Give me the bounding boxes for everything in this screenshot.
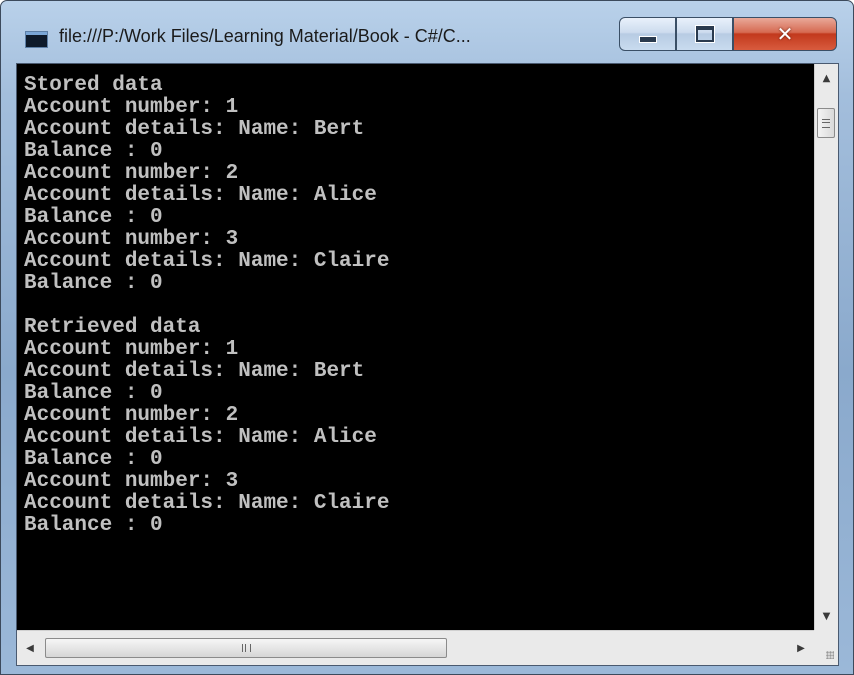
vertical-scroll-thumb[interactable] [817,108,835,138]
console-line: Stored data [24,74,163,97]
console-line: Account number: 2 [24,404,239,427]
close-icon: ✕ [776,22,794,46]
down-arrow-icon[interactable]: ▼ [815,606,838,626]
close-button[interactable]: ✕ [733,17,837,51]
up-arrow-icon[interactable]: ▲ [815,68,838,88]
console-client-area: Stored data Account number: 1 Account deta… [16,63,839,666]
console-line: Balance : 0 [24,206,163,229]
console-line: Account details: Name: Bert [24,118,365,141]
console-lines: Stored data Account number: 1 Account deta… [17,64,814,537]
console-line: Account number: 1 [24,338,239,361]
console-line: Account number: 2 [24,162,239,185]
console-line: Account number: 3 [24,470,239,493]
left-arrow-icon[interactable]: ◀ [19,631,41,665]
console-line: Balance : 0 [24,448,163,471]
console-line: Account details: Name: Bert [24,360,365,383]
console-line: Account number: 1 [24,96,239,119]
resize-grip[interactable] [814,630,838,665]
vertical-scrollbar[interactable]: ▲ ▼ [814,64,838,630]
maximize-button[interactable] [676,17,733,51]
console-app-icon[interactable] [25,31,48,48]
horizontal-scroll-thumb[interactable] [45,638,447,658]
console-output[interactable]: Stored data Account number: 1 Account deta… [17,64,814,630]
grip-icon [822,118,830,128]
maximize-icon [694,25,715,43]
minimize-icon [638,35,657,43]
grip-icon [241,644,251,652]
console-line: Balance : 0 [24,272,163,295]
console-line: Retrieved data [24,316,201,339]
caption-buttons: ✕ [619,17,841,53]
minimize-button[interactable] [619,17,676,51]
console-line: Account number: 3 [24,228,239,251]
horizontal-scrollbar[interactable]: ◀ ▶ [17,630,814,665]
window-title: file:///P:/Work Files/Learning Material/… [59,26,471,46]
console-line: Balance : 0 [24,140,163,163]
right-arrow-icon[interactable]: ▶ [790,631,812,665]
console-window: file:///P:/Work Files/Learning Material/… [0,0,854,675]
console-line: Account details: Name: Alice [24,184,377,207]
title-bar[interactable]: file:///P:/Work Files/Learning Material/… [1,1,853,63]
console-line: Account details: Name: Claire [24,250,390,273]
console-line: Balance : 0 [24,514,163,537]
console-line: Account details: Name: Claire [24,492,390,515]
console-line: Account details: Name: Alice [24,426,377,449]
console-line: Balance : 0 [24,382,163,405]
